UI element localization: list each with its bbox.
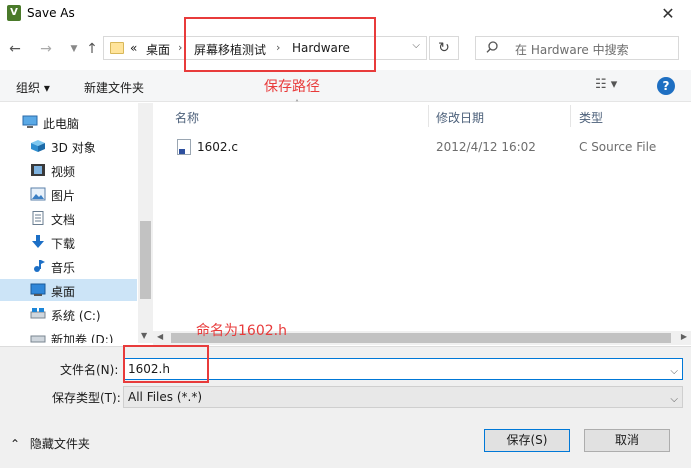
- scroll-left-arrow-icon[interactable]: ◀: [157, 332, 163, 341]
- table-row[interactable]: 1602.c 2012/4/12 16:02 C Source File: [175, 136, 685, 158]
- download-icon: [32, 235, 44, 248]
- sidebar-scrollbar[interactable]: ▼: [138, 103, 153, 343]
- sidebar-item-label: 文档: [51, 213, 76, 227]
- column-divider[interactable]: [570, 105, 571, 127]
- recent-locations-dropdown[interactable]: ▼: [64, 39, 84, 59]
- navigation-pane: 此电脑 3D 对象 视频 图片 文档 下载 音乐 桌面 系统 (C:) 新加卷 …: [0, 103, 153, 343]
- save-form: 文件名(N): 1602.h ⌵ 保存类型(T): All Files (*.*…: [0, 346, 691, 468]
- scroll-right-arrow-icon[interactable]: ▶: [681, 332, 687, 341]
- filetype-label: 保存类型(T):: [52, 391, 121, 405]
- cancel-button[interactable]: 取消: [584, 429, 670, 452]
- new-folder-button[interactable]: 新建文件夹: [84, 79, 144, 96]
- picture-icon: [30, 187, 46, 201]
- sidebar-item-drive-c[interactable]: 系统 (C:): [0, 303, 137, 325]
- path-annotation: 保存路径: [264, 79, 320, 95]
- file-list: ˄ 名称 修改日期 类型 1602.c 2012/4/12 16:02 C So…: [165, 99, 691, 331]
- file-modified: 2012/4/12 16:02: [436, 140, 536, 154]
- command-toolbar: 组织 ▾ 新建文件夹 ☷ ▾ ?: [0, 70, 691, 102]
- up-button[interactable]: ↑: [82, 39, 102, 59]
- scrollbar-thumb[interactable]: [140, 221, 151, 299]
- computer-icon: [22, 115, 38, 128]
- document-icon: [32, 211, 44, 225]
- sidebar-item-music[interactable]: 音乐: [0, 255, 137, 277]
- path-highlight-box: [184, 17, 376, 72]
- drive-icon: [30, 335, 46, 343]
- column-header-name[interactable]: 名称: [175, 109, 199, 126]
- sort-caret-icon: ˄: [295, 99, 299, 108]
- sidebar-item-documents[interactable]: 文档: [0, 207, 137, 229]
- sidebar-item-label: 新加卷 (D:): [51, 333, 114, 343]
- search-placeholder: 在 Hardware 中搜索: [515, 43, 629, 57]
- window-title: Save As: [27, 6, 75, 20]
- sidebar-item-label: 图片: [51, 189, 76, 203]
- sidebar-item-label: 系统 (C:): [51, 309, 101, 323]
- sidebar-item-downloads[interactable]: 下载: [0, 231, 137, 253]
- search-input[interactable]: 在 Hardware 中搜索: [475, 36, 679, 60]
- chevron-down-icon[interactable]: ⌵: [412, 40, 420, 51]
- sidebar-item-3d-objects[interactable]: 3D 对象: [0, 135, 137, 157]
- close-button[interactable]: ✕: [645, 0, 691, 28]
- save-button[interactable]: 保存(S): [484, 429, 570, 452]
- folder-icon: [110, 42, 124, 54]
- sidebar-item-videos[interactable]: 视频: [0, 159, 137, 181]
- sidebar-item-label: 桌面: [51, 285, 76, 299]
- help-icon[interactable]: ?: [657, 77, 675, 95]
- sidebar-item-pictures[interactable]: 图片: [0, 183, 137, 205]
- music-icon: [34, 260, 45, 272]
- filename-annotation: 命名为1602.h: [196, 323, 287, 339]
- search-icon: [486, 41, 498, 53]
- filetype-value: All Files (*.*): [128, 390, 203, 404]
- chevron-down-icon[interactable]: ⌵: [670, 362, 678, 382]
- cube-icon: [31, 140, 45, 152]
- desktop-icon: [30, 283, 46, 296]
- filename-label: 文件名(N):: [60, 363, 119, 377]
- sidebar-item-label: 音乐: [51, 261, 76, 275]
- c-source-file-icon: [177, 139, 191, 155]
- column-divider[interactable]: [428, 105, 429, 127]
- sidebar-item-drive-d[interactable]: 新加卷 (D:): [0, 327, 137, 343]
- chevron-down-icon[interactable]: ⌵: [670, 390, 678, 410]
- forward-button[interactable]: →: [36, 39, 56, 59]
- chevron-right-icon[interactable]: ›: [178, 41, 182, 54]
- sidebar-item-label: 下载: [51, 237, 76, 251]
- breadcrumb-desktop[interactable]: 桌面: [146, 41, 170, 58]
- file-type: C Source File: [579, 140, 657, 154]
- breadcrumb-overflow[interactable]: «: [130, 41, 137, 55]
- sidebar-item-desktop[interactable]: 桌面: [0, 279, 137, 301]
- sidebar-item-this-pc[interactable]: 此电脑: [0, 111, 137, 133]
- organize-menu[interactable]: 组织 ▾: [16, 79, 50, 96]
- back-button[interactable]: ←: [5, 39, 25, 59]
- sidebar-item-label: 3D 对象: [51, 141, 96, 155]
- hide-folders-toggle[interactable]: ⌃ 隐藏文件夹: [10, 435, 90, 452]
- view-options-button[interactable]: ☷ ▾: [595, 77, 617, 92]
- hide-folders-label: 隐藏文件夹: [29, 437, 90, 451]
- video-icon: [31, 164, 45, 176]
- app-icon: V: [7, 5, 21, 21]
- sidebar-item-label: 视频: [51, 165, 76, 179]
- chevron-up-icon: ⌃: [10, 437, 21, 451]
- sidebar-item-label: 此电脑: [43, 117, 80, 131]
- refresh-button[interactable]: ↻: [429, 36, 459, 60]
- column-header-type[interactable]: 类型: [579, 109, 603, 126]
- column-header-modified[interactable]: 修改日期: [436, 109, 484, 126]
- drive-icon: [30, 308, 46, 319]
- filetype-select[interactable]: All Files (*.*) ⌵: [123, 386, 683, 408]
- scroll-down-arrow-icon[interactable]: ▼: [141, 331, 147, 340]
- file-name: 1602.c: [197, 140, 238, 154]
- filename-highlight-box: [123, 345, 209, 383]
